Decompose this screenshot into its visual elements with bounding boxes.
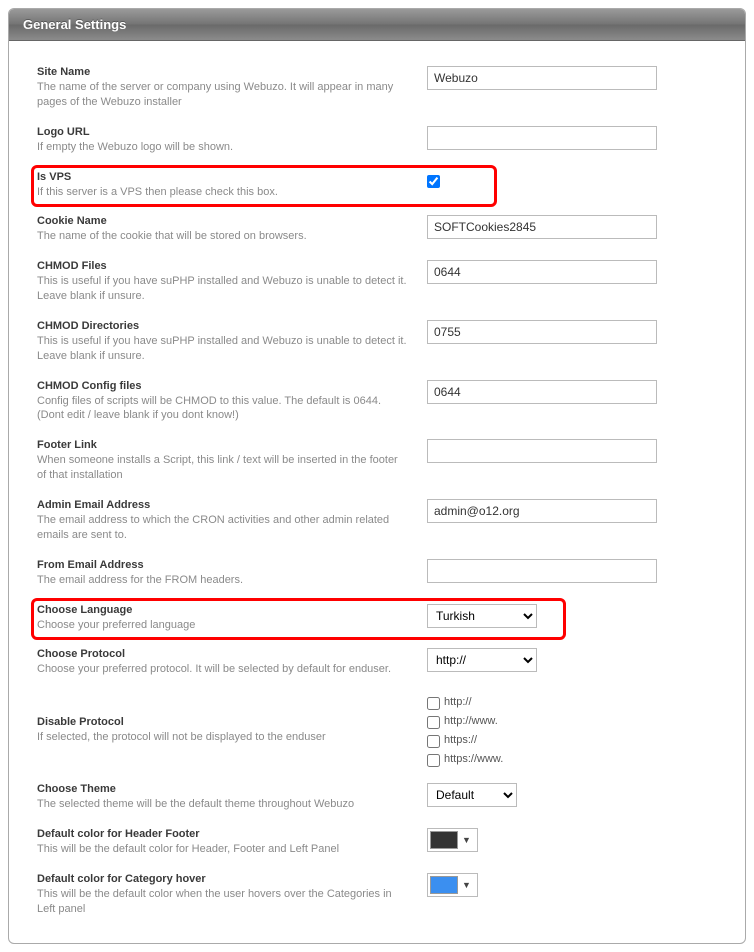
row-color-header-footer: Default color for Header Footer This wil… [37,828,717,857]
chevron-down-icon: ▼ [458,880,475,890]
row-logo-url: Logo URL If empty the Webuzo logo will b… [37,126,717,155]
disable-protocol-list: http:// http://www. https:// https://www… [427,693,717,767]
select-theme[interactable]: Default [427,783,517,807]
label-choose-language: Choose Language [37,604,407,616]
row-cookie-name: Cookie Name The name of the cookie that … [37,215,717,244]
input-site-name[interactable] [427,66,657,90]
row-chmod-files: CHMOD Files This is useful if you have s… [37,260,717,304]
input-from-email[interactable] [427,559,657,583]
desc-from-email: The email address for the FROM headers. [37,573,407,588]
label-choose-theme: Choose Theme [37,783,407,795]
desc-footer-link: When someone installs a Script, this lin… [37,453,407,483]
checkbox-disable-http[interactable] [427,697,440,710]
checkbox-disable-https[interactable] [427,735,440,748]
label-disable-protocol: Disable Protocol [37,716,407,728]
input-chmod-files[interactable] [427,260,657,284]
label-site-name: Site Name [37,66,407,78]
desc-chmod-dirs: This is useful if you have suPHP install… [37,334,407,364]
row-is-vps: Is VPS If this server is a VPS then plea… [37,171,717,200]
select-language[interactable]: Turkish [427,604,537,628]
row-choose-theme: Choose Theme The selected theme will be … [37,783,717,812]
row-color-category-hover: Default color for Category hover This wi… [37,873,717,917]
panel-body: Site Name The name of the server or comp… [9,41,745,943]
color-swatch-header [430,831,458,849]
general-settings-panel: General Settings Site Name The name of t… [8,8,746,944]
desc-choose-protocol: Choose your preferred protocol. It will … [37,662,407,677]
desc-is-vps: If this server is a VPS then please chec… [37,185,407,200]
label-from-email: From Email Address [37,559,407,571]
label-chmod-conf: CHMOD Config files [37,380,407,392]
input-logo-url[interactable] [427,126,657,150]
checkbox-disable-http-www[interactable] [427,716,440,729]
checkbox-disable-https-www[interactable] [427,754,440,767]
label-choose-protocol: Choose Protocol [37,648,407,660]
desc-chmod-conf: Config files of scripts will be CHMOD to… [37,394,407,424]
label-chmod-files: CHMOD Files [37,260,407,272]
desc-site-name: The name of the server or company using … [37,80,407,110]
label-chmod-dirs: CHMOD Directories [37,320,407,332]
input-footer-link[interactable] [427,439,657,463]
disable-proto-option[interactable]: http:// [427,693,717,710]
label-logo-url: Logo URL [37,126,407,138]
desc-disable-protocol: If selected, the protocol will not be di… [37,730,407,745]
disable-proto-option[interactable]: https://www. [427,750,717,767]
color-picker-hover[interactable]: ▼ [427,873,478,897]
row-from-email: From Email Address The email address for… [37,559,717,588]
desc-color-header-footer: This will be the default color for Heade… [37,842,407,857]
row-chmod-conf: CHMOD Config files Config files of scrip… [37,380,717,424]
row-admin-email: Admin Email Address The email address to… [37,499,717,543]
desc-choose-language: Choose your preferred language [37,618,407,633]
label-is-vps: Is VPS [37,171,407,183]
row-footer-link: Footer Link When someone installs a Scri… [37,439,717,483]
checkbox-is-vps[interactable] [427,175,440,188]
input-admin-email[interactable] [427,499,657,523]
row-chmod-dirs: CHMOD Directories This is useful if you … [37,320,717,364]
label-cookie-name: Cookie Name [37,215,407,227]
chevron-down-icon: ▼ [458,835,475,845]
row-choose-language: Choose Language Choose your preferred la… [37,604,717,633]
input-chmod-dirs[interactable] [427,320,657,344]
input-cookie-name[interactable] [427,215,657,239]
desc-chmod-files: This is useful if you have suPHP install… [37,274,407,304]
desc-choose-theme: The selected theme will be the default t… [37,797,407,812]
row-site-name: Site Name The name of the server or comp… [37,66,717,110]
label-footer-link: Footer Link [37,439,407,451]
row-disable-protocol: Disable Protocol If selected, the protoc… [37,693,717,767]
label-color-header-footer: Default color for Header Footer [37,828,407,840]
color-picker-header[interactable]: ▼ [427,828,478,852]
desc-logo-url: If empty the Webuzo logo will be shown. [37,140,407,155]
desc-color-category-hover: This will be the default color when the … [37,887,407,917]
desc-cookie-name: The name of the cookie that will be stor… [37,229,407,244]
color-swatch-hover [430,876,458,894]
label-color-category-hover: Default color for Category hover [37,873,407,885]
select-protocol[interactable]: http:// [427,648,537,672]
row-choose-protocol: Choose Protocol Choose your preferred pr… [37,648,717,677]
panel-title: General Settings [9,9,745,41]
input-chmod-conf[interactable] [427,380,657,404]
disable-proto-option[interactable]: http://www. [427,712,717,729]
label-admin-email: Admin Email Address [37,499,407,511]
disable-proto-option[interactable]: https:// [427,731,717,748]
desc-admin-email: The email address to which the CRON acti… [37,513,407,543]
